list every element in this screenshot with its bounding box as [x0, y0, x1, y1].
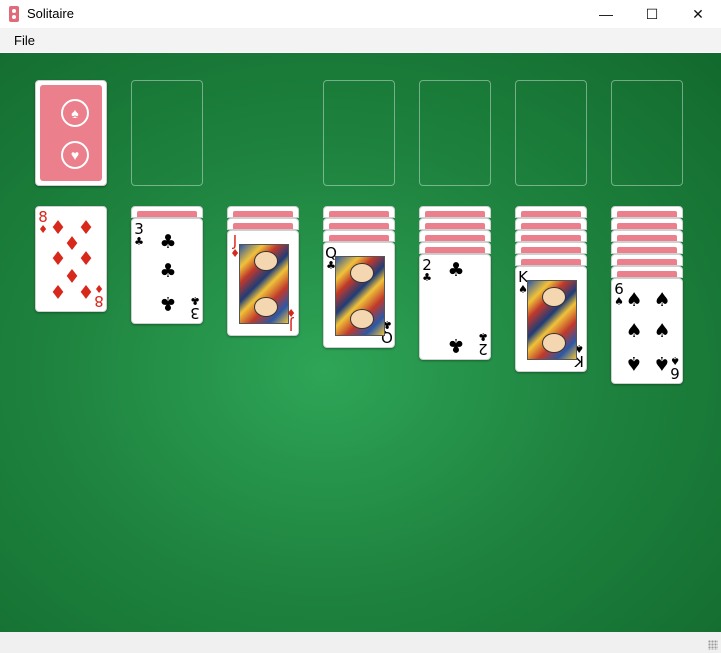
- face-down-card: [323, 230, 395, 242]
- suit-pip-icon: ♦: [77, 280, 95, 302]
- menu-bar: File: [0, 28, 721, 52]
- face-down-card: [611, 218, 683, 230]
- card-suit-icon: ♣: [422, 271, 432, 284]
- foundation-slot-2[interactable]: [419, 80, 491, 186]
- tableau-card-7[interactable]: 6 ♠ 6 ♠ ♠ ♠ ♠ ♠ ♠ ♠: [611, 278, 683, 384]
- waste-pile-slot[interactable]: [131, 80, 203, 186]
- face-down-card: [419, 206, 491, 218]
- face-down-card: [227, 218, 299, 230]
- card-rank: 2: [478, 340, 488, 358]
- face-down-card: [131, 206, 203, 218]
- card-corner-index: 3 ♣: [189, 294, 201, 322]
- face-down-card: [515, 206, 587, 218]
- suit-pip-icon: ♣: [159, 292, 177, 314]
- suit-pip-icon: ♦: [49, 280, 67, 302]
- tableau-card-4[interactable]: Q ♣ Q ♣: [323, 242, 395, 348]
- status-bar: [0, 632, 721, 653]
- court-card-portrait: [239, 244, 289, 324]
- game-table: ♠ ♥ 8 ♦ 8 ♦ ♦ ♦ ♦ ♦ ♦ ♦ ♦ ♦ 3 ♣ 3 ♣ ♣ ♣ ♣ J ♦ J ♦ Q ♣ Q ♣ 2 ♣ 2 ♣ ♣ ♣ K ♠ K…: [0, 53, 721, 632]
- menu-file[interactable]: File: [14, 33, 35, 48]
- suit-pip-icon: ♠: [653, 289, 671, 311]
- suit-pip-icon: ♠: [625, 320, 643, 342]
- face-down-card: [611, 206, 683, 218]
- face-down-card: [419, 242, 491, 254]
- card-corner-index: 2 ♣: [477, 330, 489, 358]
- card-corner-index: 3 ♣: [133, 220, 145, 248]
- tableau-card-1[interactable]: 8 ♦ 8 ♦ ♦ ♦ ♦ ♦ ♦ ♦ ♦ ♦: [35, 206, 107, 312]
- face-down-card: [515, 254, 587, 266]
- card-corner-index: 2 ♣: [421, 256, 433, 284]
- suit-pip-icon: ♣: [447, 334, 465, 356]
- tableau-card-6[interactable]: K ♠ K ♠: [515, 266, 587, 372]
- stock-pile[interactable]: ♠ ♥: [35, 80, 107, 186]
- close-button[interactable]: ✕: [675, 0, 721, 28]
- resize-grip-icon[interactable]: [708, 640, 718, 650]
- face-down-card: [515, 230, 587, 242]
- face-down-card: [419, 230, 491, 242]
- suit-pip-icon: ♠: [625, 352, 643, 374]
- card-rank: 3: [190, 304, 200, 322]
- heart-emblem-icon: ♥: [61, 141, 89, 169]
- tableau-card-2[interactable]: 3 ♣ 3 ♣ ♣ ♣ ♣: [131, 218, 203, 324]
- maximize-button[interactable]: ☐: [629, 0, 675, 28]
- suit-pip-icon: ♠: [653, 352, 671, 374]
- minimize-button[interactable]: —: [583, 0, 629, 28]
- face-down-card: [611, 230, 683, 242]
- face-down-card: [227, 206, 299, 218]
- court-card-portrait: [527, 280, 577, 360]
- title-bar: Solitaire — ☐ ✕: [0, 0, 721, 28]
- card-suit-icon: ♣: [478, 330, 488, 343]
- card-suit-icon: ♣: [134, 235, 144, 248]
- suit-pip-icon: ♣: [159, 231, 177, 253]
- face-down-card: [515, 242, 587, 254]
- tableau-card-5[interactable]: 2 ♣ 2 ♣ ♣ ♣: [419, 254, 491, 360]
- face-down-card: [323, 218, 395, 230]
- suit-pip-icon: ♠: [625, 289, 643, 311]
- face-down-card: [611, 254, 683, 266]
- face-down-card: [611, 242, 683, 254]
- face-down-card: [323, 206, 395, 218]
- solitaire-app-icon: [9, 6, 19, 22]
- foundation-slot-4[interactable]: [611, 80, 683, 186]
- tableau-card-3[interactable]: J ♦ J ♦: [227, 230, 299, 336]
- suit-pip-icon: ♣: [447, 259, 465, 281]
- card-rank: 3: [134, 220, 144, 238]
- spade-emblem-icon: ♠: [61, 99, 89, 127]
- suit-pip-icon: ♣: [159, 260, 177, 282]
- card-back: ♠ ♥: [40, 85, 102, 181]
- face-down-card: [611, 266, 683, 278]
- suit-pip-icon: ♠: [653, 320, 671, 342]
- foundation-slot-1[interactable]: [323, 80, 395, 186]
- window-title: Solitaire: [27, 6, 74, 21]
- court-card-portrait: [335, 256, 385, 336]
- face-down-card: [515, 218, 587, 230]
- face-down-card: [419, 218, 491, 230]
- card-rank: 2: [422, 256, 432, 274]
- card-suit-icon: ♣: [190, 294, 200, 307]
- foundation-slot-3[interactable]: [515, 80, 587, 186]
